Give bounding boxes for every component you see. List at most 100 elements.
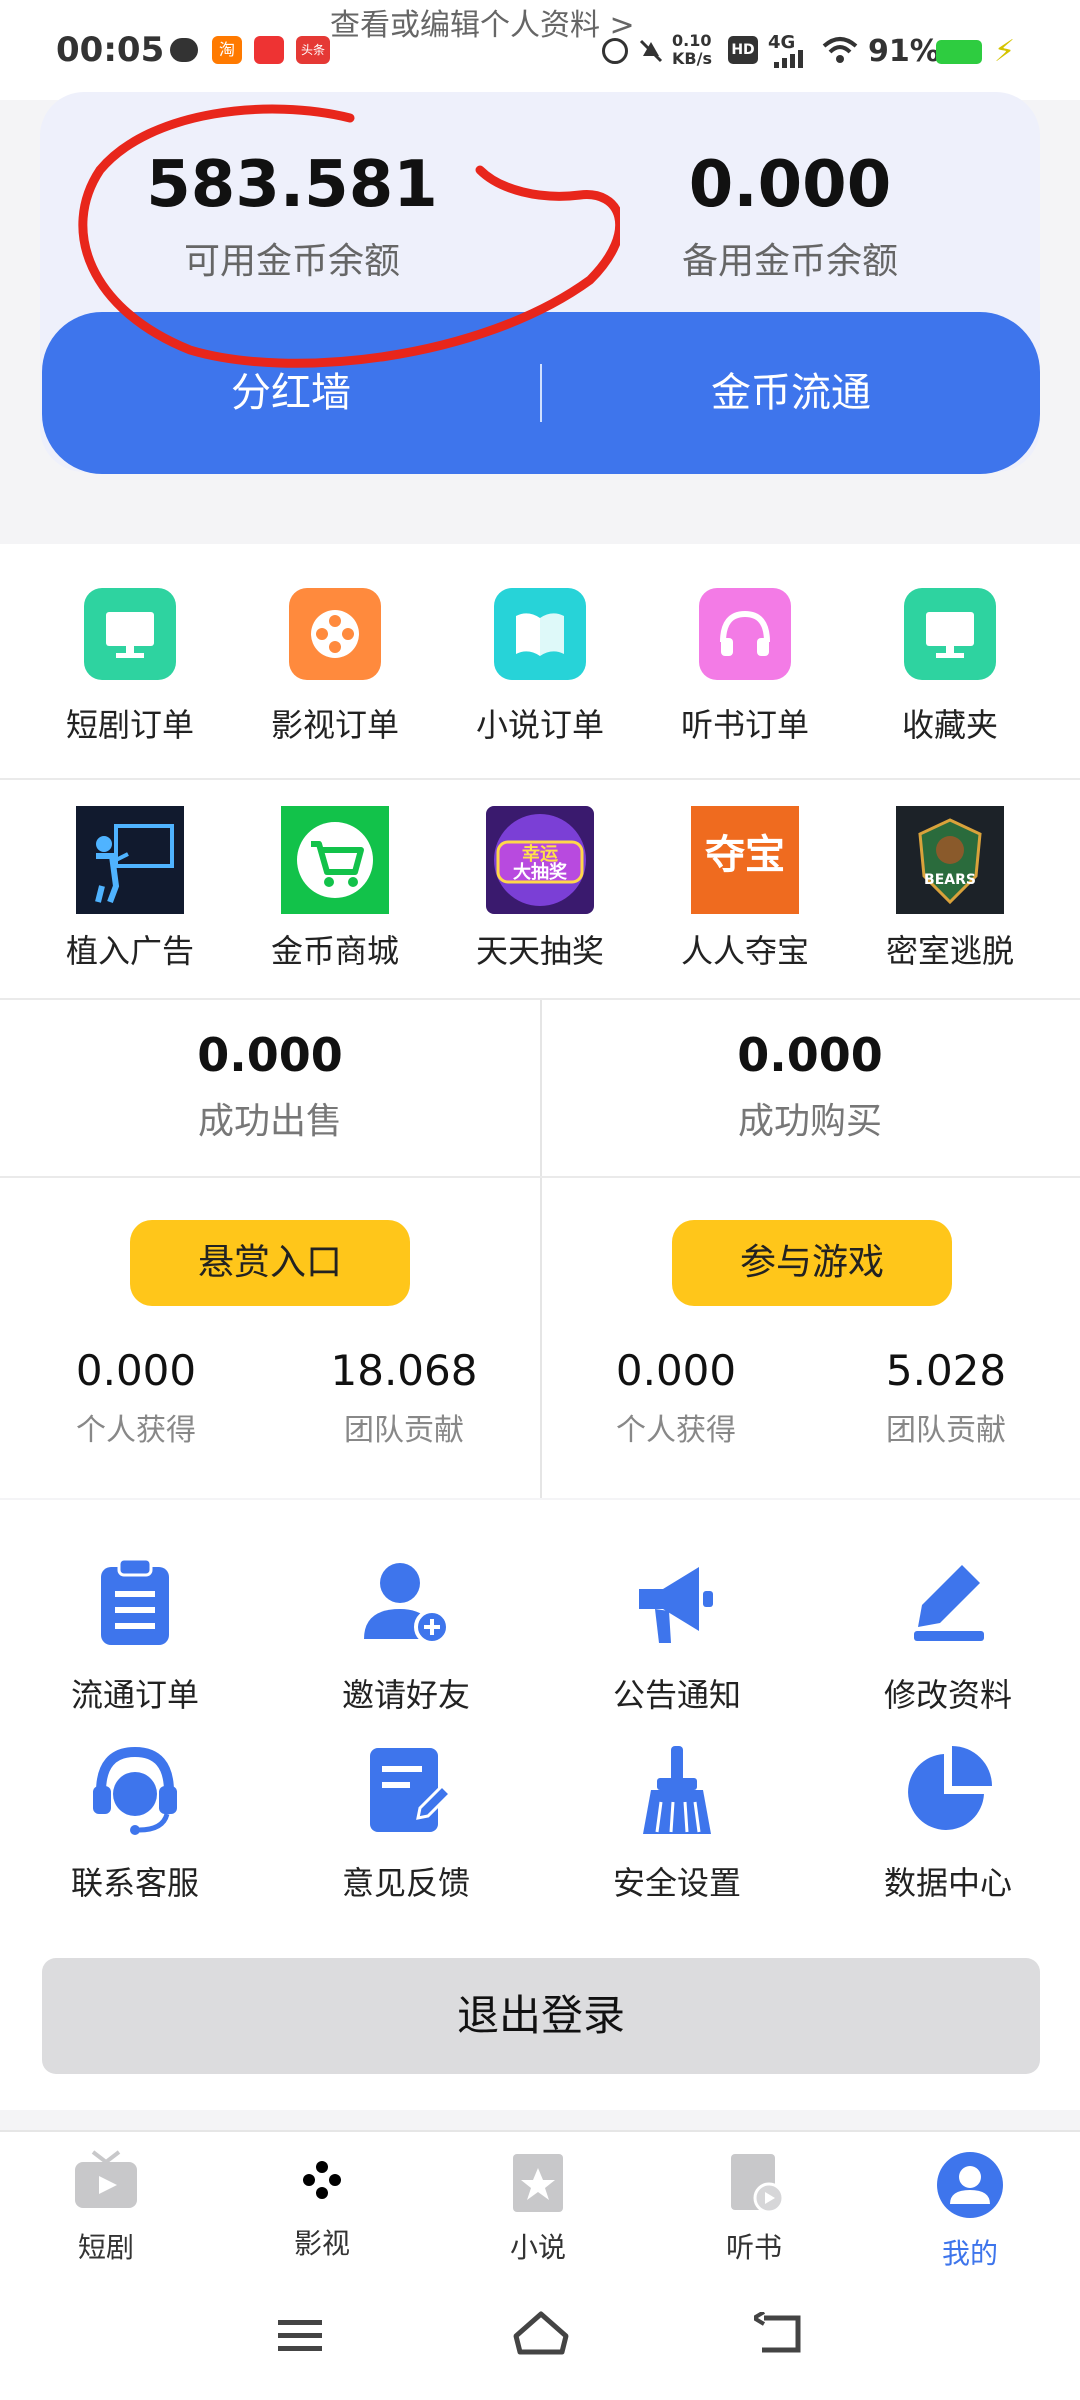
svg-text:BEARS: BEARS [924,872,976,888]
order-item[interactable]: 影视订单 [235,588,435,746]
status-time: 00:05 [56,30,165,70]
svg-text:夺宝: 夺宝 [705,832,785,878]
game-personal-value: 0.000 [615,1346,737,1395]
broom-icon [627,1740,727,1840]
tool-item-label: 公告通知 [612,1676,741,1714]
game-team-label: 团队贡献 [886,1413,1006,1448]
feature-item[interactable]: 夺宝 人人夺宝 [645,806,845,972]
reward-team: 18.068 团队贡献 [304,1346,504,1449]
reward-personal-label: 个人获得 [76,1413,196,1448]
tool-item-label: 流通订单 [70,1676,199,1714]
menu-icon[interactable] [278,2318,324,2358]
tool-item[interactable]: 修改资料 [848,1552,1048,1716]
tool-item[interactable]: 流通订单 [35,1552,235,1716]
order-item[interactable]: 短剧订单 [30,588,230,746]
headset-icon [85,1740,185,1840]
lucky-draw-icon: 幸运 大抽奖 [486,806,594,914]
battery-icon [936,40,982,64]
tool-item-label: 邀请好友 [341,1676,470,1714]
sell-stat: 0.000 成功出售 [0,1028,540,1144]
cart-icon [281,806,389,914]
nav-tab-label: 我的 [941,2237,998,2270]
network-speed: 0.10 KB/s [672,31,712,68]
tool-item[interactable]: 数据中心 [848,1740,1048,1904]
game-team: 5.028 团队贡献 [846,1346,1046,1449]
treasure-icon: 夺宝 [691,806,799,914]
nav-tab[interactable]: 影视 [242,2150,402,2262]
taobao-badge: 淘 [212,36,242,64]
bottom-nav: 短剧 影视 小说 听书 我的 [0,2130,1080,2282]
reward-personal: 0.000 个人获得 [36,1346,236,1449]
monitor-icon [904,588,996,680]
battery-percent: 91% [868,34,940,69]
tool-item[interactable]: 邀请好友 [306,1552,506,1716]
bears-logo-icon: BEARS [896,806,1004,914]
feature-item[interactable]: 金币商城 [235,806,435,972]
wifi-icon [822,36,858,68]
nav-tab-label: 短剧 [77,2231,134,2264]
tool-item-label: 安全设置 [612,1864,741,1902]
reserve-balance-value: 0.000 [688,148,892,222]
headphones-icon [699,588,791,680]
reward-entry-button[interactable]: 悬赏入口 [130,1220,410,1306]
reward-divider [540,1178,542,1498]
feature-item-label: 金币商城 [270,932,399,970]
tool-item-label: 意见反馈 [341,1864,470,1902]
nav-tab[interactable]: 小说 [458,2150,618,2266]
nav-tab[interactable]: 我的 [890,2150,1050,2272]
edit-pen-icon [898,1552,998,1652]
tool-item[interactable]: 安全设置 [577,1740,777,1904]
order-item[interactable]: 收藏夹 [850,588,1050,746]
tool-item[interactable]: 意见反馈 [306,1740,506,1904]
alarm-icon [602,38,628,64]
pie-chart-icon [898,1740,998,1840]
reward-team-value: 18.068 [330,1346,478,1395]
tool-item[interactable]: 联系客服 [35,1740,235,1904]
logout-button[interactable]: 退出登录 [42,1958,1040,2074]
order-item-label: 听书订单 [680,706,809,744]
reward-team-label: 团队贡献 [344,1413,464,1448]
nav-tab-label: 听书 [725,2231,782,2264]
feature-item[interactable]: BEARS 密室逃脱 [850,806,1050,972]
order-item[interactable]: 小说订单 [440,588,640,746]
tool-item-label: 联系客服 [70,1864,199,1902]
nav-tab[interactable]: 听书 [674,2150,834,2266]
film-reel-icon [242,2150,402,2214]
annotation-circle [78,104,620,368]
app-mascot-icon [254,36,284,64]
feature-item[interactable]: 幸运 大抽奖 天天抽奖 [440,806,640,972]
sell-value: 0.000 [197,1028,343,1082]
clipboard-icon [85,1552,185,1652]
hd-badge: HD [728,36,758,64]
system-nav-bar [0,2282,1080,2400]
reserve-balance-label: 备用金币余额 [681,241,898,282]
audiobook-icon [674,2150,834,2218]
feature-item[interactable]: 植入广告 [30,806,230,972]
feature-item-label: 密室逃脱 [885,932,1014,970]
book-icon [494,588,586,680]
back-icon[interactable] [750,2310,804,2360]
buy-label: 成功购买 [737,1101,882,1142]
feature-item-label: 植入广告 [65,932,194,970]
feature-item-label: 天天抽奖 [475,932,604,970]
presentation-icon [76,806,184,914]
sell-label: 成功出售 [197,1101,342,1142]
home-icon[interactable] [512,2310,570,2362]
buy-value: 0.000 [737,1028,883,1082]
feedback-note-icon [356,1740,456,1840]
mute-icon [638,38,664,64]
nav-tab-label: 影视 [293,2227,350,2260]
order-item-label: 影视订单 [270,706,399,744]
nav-tab[interactable]: 短剧 [26,2150,186,2266]
tool-item[interactable]: 公告通知 [577,1552,777,1716]
feature-item-label: 人人夺宝 [680,932,809,970]
profile-icon [890,2150,1050,2224]
order-item-label: 小说订单 [475,706,604,744]
svg-text:大抽奖: 大抽奖 [513,861,568,883]
order-item[interactable]: 听书订单 [645,588,845,746]
signal-icon [772,50,812,72]
profile-edit-link[interactable]: 查看或编辑个人资料 > [330,0,635,44]
join-game-button[interactable]: 参与游戏 [672,1220,952,1306]
megaphone-icon [627,1552,727,1652]
toutiao-badge: 头条 [296,36,330,64]
